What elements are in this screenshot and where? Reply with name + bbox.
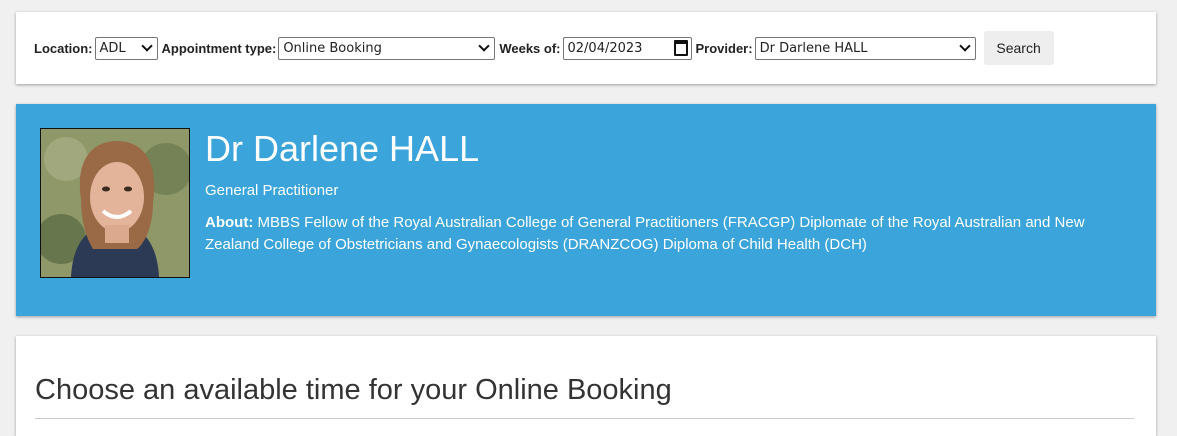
chevron-down-icon [958, 40, 971, 52]
location-select[interactable]: ADL [94, 36, 158, 60]
chevron-down-icon [140, 40, 153, 52]
provider-about-label: About: [205, 214, 254, 231]
provider-portrait-image [41, 129, 189, 277]
provider-photo [40, 128, 190, 278]
search-button[interactable]: Search [983, 31, 1054, 65]
calendar-icon[interactable] [673, 40, 688, 56]
available-times-panel: Choose an available time for your Online… [16, 336, 1156, 436]
location-value: ADL [99, 40, 126, 56]
appointment-type-value: Online Booking [283, 40, 382, 56]
appointment-type-label: Appointment type: [161, 40, 277, 56]
location-label: Location: [34, 40, 93, 56]
search-form: Location: ADL Appointment type: Online B… [16, 12, 1156, 84]
available-times-heading: Choose an available time for your Online… [35, 374, 672, 406]
provider-about-text: MBBS Fellow of the Royal Australian Coll… [205, 214, 1085, 253]
provider-label: Provider: [695, 40, 753, 56]
provider-value: Dr Darlene HALL [759, 40, 868, 56]
weeks-of-value: 02/04/2023 [567, 40, 643, 56]
appointment-type-select[interactable]: Online Booking [278, 36, 496, 60]
divider [35, 418, 1134, 419]
chevron-down-icon [478, 40, 490, 52]
provider-about: About: MBBS Fellow of the Royal Australi… [205, 212, 1125, 256]
provider-name: Dr Darlene HALL [205, 128, 480, 169]
provider-select[interactable]: Dr Darlene HALL [754, 36, 976, 60]
provider-banner: Dr Darlene HALL General Practitioner Abo… [16, 104, 1156, 316]
weeks-of-date-input[interactable]: 02/04/2023 [562, 36, 692, 60]
weeks-of-label: Weeks of: [499, 40, 561, 56]
provider-title: General Practitioner [205, 182, 339, 199]
